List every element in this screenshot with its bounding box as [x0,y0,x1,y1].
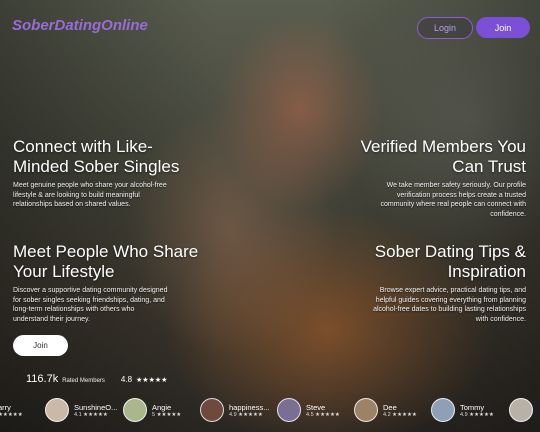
member-rating: 4.2 ★★★★★ [383,411,417,418]
feature-text-lifestyle: Discover a supportive dating community d… [13,286,167,324]
member-rating: 5 ★★★★★ [152,411,182,418]
member-rating: 4.9 ★★★★★ [229,411,263,418]
member-stats: 116.7k Rated Members 4.8 ★★★★★ [26,373,167,385]
text-line: confidence. [490,210,526,218]
text-line: community where real people can connect … [380,201,526,208]
avatar [200,398,224,422]
members-label: Rated Members [62,378,105,384]
title-line: Your Lifestyle [13,262,115,281]
member-name: Angie [152,402,172,412]
text-line: Browse expert advice, practical dating t… [379,287,526,294]
member-card[interactable]: Steve 4.5 ★★★★★ [277,396,340,424]
text-line: Meet genuine people who share your alcoh… [13,182,167,189]
overall-rating: 4.8 [120,375,133,384]
title-line: Minded Sober Singles [13,157,180,176]
text-line: understand their journey. [13,315,90,323]
member-name: Dee [383,402,397,412]
member-carousel: arry ★★★★★ SunshineO... 4.1 ★★★★★ Angie … [0,396,540,424]
member-rating: 4.5 ★★★★★ [306,411,340,418]
text-line: verification process helps create a trus… [396,191,526,199]
rating-stars: ★★★★★ [136,377,168,384]
title-line: Can Trust [452,157,526,176]
text-line: for sober singles seeking friendships, d… [13,296,165,304]
member-card[interactable]: Tommy 4.9 ★★★★★ [431,396,494,424]
feature-text-verified: We take member safety seriously. Our pro… [380,181,526,219]
text-line: lifestyle & are looking to build meaning… [13,191,140,199]
text-line: alcohol-free dates to building lasting r… [373,306,526,313]
login-button[interactable]: Login [417,17,473,39]
member-rating: 4.9 ★★★★★ [460,411,494,418]
feature-title-tips: Sober Dating Tips & Inspiration [375,242,526,282]
avatar [354,398,378,422]
member-card[interactable]: happiness... 4.9 ★★★★★ [200,396,269,424]
text-line: helpful guides covering everything from … [375,296,526,304]
feature-text-tips: Browse expert advice, practical dating t… [373,286,526,324]
feature-title-verified: Verified Members You Can Trust [361,137,526,177]
landing-page: SoberDatingOnline Login Join Connect wit… [0,0,540,432]
text-line: We take member safety seriously. Our pro… [386,182,526,189]
member-name: arry [0,402,11,412]
members-count: 116.7k [26,373,59,385]
member-card[interactable] [509,396,533,424]
avatar [431,398,455,422]
title-line: Connect with Like- [13,137,153,156]
title-line: Verified Members You [360,137,526,156]
member-name: Tommy [460,402,485,412]
feature-text-connect: Meet genuine people who share your alcoh… [13,181,167,210]
title-line: Sober Dating Tips & [374,242,526,261]
title-line: Meet People Who Share [13,242,199,261]
member-card[interactable]: SunshineO... 4.1 ★★★★★ [45,396,117,424]
member-name: Steve [306,402,326,412]
feature-title-lifestyle: Meet People Who Share Your Lifestyle [13,242,198,282]
avatar [123,398,147,422]
text-line: with confidence. [475,315,526,323]
member-rating: 4.1 ★★★★★ [74,411,108,418]
member-card[interactable]: arry ★★★★★ [0,396,23,424]
member-card[interactable]: Angie 5 ★★★★★ [123,396,181,424]
join-button-main[interactable]: Join [13,335,68,356]
avatar [277,398,301,422]
text-line: long-term relationships with others who [13,306,135,313]
text-line: Discover a supportive dating community d… [13,287,168,294]
member-rating: ★★★★★ [0,411,23,418]
text-line: relationships based on shared values. [13,201,131,208]
avatar [45,398,69,422]
site-logo[interactable]: SoberDatingOnline [12,17,148,34]
feature-title-connect: Connect with Like- Minded Sober Singles [13,137,179,177]
member-name: SunshineO... [74,402,118,412]
title-line: Inspiration [447,262,526,281]
join-button-header[interactable]: Join [476,17,530,38]
avatar [509,398,533,422]
member-card[interactable]: Dee 4.2 ★★★★★ [354,396,417,424]
member-name: happiness... [229,402,270,412]
